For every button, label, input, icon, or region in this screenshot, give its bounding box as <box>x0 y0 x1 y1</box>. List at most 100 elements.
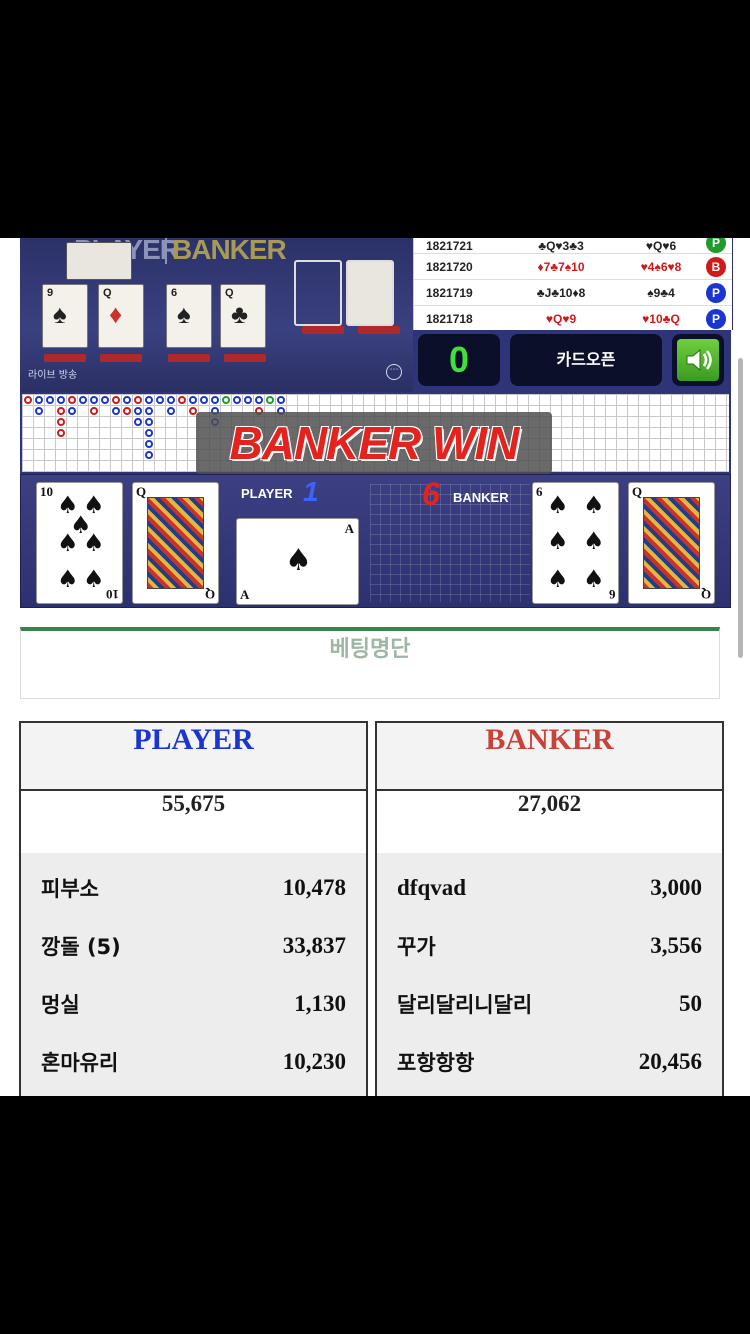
road-dot <box>145 451 153 459</box>
table-pad <box>302 326 344 334</box>
queen-face <box>643 497 700 589</box>
road-dot <box>277 396 285 404</box>
bet-row: 깡돌 (5) 33,837 <box>41 933 346 959</box>
app-screen: PLAYER BANKER 9♠ Q♦ 6♠ Q♣ 라이브 방송 ⋯ 18217… <box>0 238 750 1096</box>
bet-row: 피부소 10,478 <box>41 875 346 901</box>
table-card: 6 ♠ <box>166 284 212 348</box>
count-display: 0 <box>418 334 500 386</box>
road-dot <box>35 407 43 415</box>
road-dot <box>101 396 109 404</box>
road-dot <box>134 418 142 426</box>
table-divider <box>165 238 167 264</box>
result-badge: B <box>706 256 726 277</box>
queen-face <box>147 497 204 589</box>
shoe-card <box>66 242 132 280</box>
road-dot <box>266 396 274 404</box>
live-broadcast-label: 라이브 방송 <box>28 370 78 381</box>
deck-slot <box>294 260 342 326</box>
player-score: 1 <box>303 476 319 507</box>
road-dot <box>200 396 208 404</box>
road-dot <box>57 418 65 426</box>
road-dot <box>222 396 230 404</box>
road-dot <box>90 396 98 404</box>
road-dot <box>57 396 65 404</box>
bet-row: 혼마유리 10,230 <box>41 1049 346 1075</box>
history-row: 1821720 ♦7♣7♠10 ♥4♠6♥8 B <box>414 254 732 280</box>
scrollbar[interactable] <box>738 358 743 658</box>
banker-win-banner: BANKER WIN <box>196 412 552 474</box>
road-dot <box>46 396 54 404</box>
road-dot <box>79 396 87 404</box>
more-icon[interactable]: ⋯ <box>386 364 402 380</box>
road-dot <box>57 429 65 437</box>
banker-column-header: BANKER <box>377 723 722 791</box>
table-pad <box>168 354 210 362</box>
table-card: 9 ♠ <box>42 284 88 348</box>
banker-card-2: Q Q <box>628 482 715 604</box>
banker-result-label: BANKER <box>453 490 509 505</box>
road-dot <box>134 407 142 415</box>
road-dot <box>145 440 153 448</box>
betting-list-title: 베팅명단 <box>20 627 720 699</box>
road-dot <box>24 396 32 404</box>
card-open-button[interactable]: 카드오픈 <box>510 334 662 386</box>
table-pad <box>44 354 86 362</box>
table-pad <box>100 354 142 362</box>
result-badge: P <box>706 308 726 329</box>
road-dot <box>57 407 65 415</box>
player-bet-column: PLAYER 55,675 피부소 10,478 깡돌 (5) 33,837 멍실 1… <box>19 721 368 1096</box>
game-history-table: 1821721 ♣Q♥3♣3 ♥Q♥6 P 1821720 ♦7♣7♠10 ♥4… <box>413 238 733 332</box>
table-pad <box>224 354 266 362</box>
banker-bet-list: dfqvad 3,000 꾸가 3,556 달리달리니달리 50 포항항항 20,456 <box>377 853 722 1096</box>
table-pad <box>358 326 400 334</box>
banker-bet-column: BANKER 27,062 dfqvad 3,000 꾸가 3,556 달리달리니달… <box>375 721 724 1096</box>
banker-score: 6 <box>422 476 440 512</box>
road-dot <box>123 407 131 415</box>
speaker-icon <box>677 339 719 381</box>
table-card: Q ♦ <box>98 284 144 348</box>
table-card: Q ♣ <box>220 284 266 348</box>
player-result-label: PLAYER <box>241 486 293 501</box>
road-dot <box>134 396 142 404</box>
player-card-1: 10 ♠ ♠ ♠ ♠ ♠ ♠ ♠ 10 <box>36 482 123 604</box>
sound-toggle-button[interactable] <box>672 334 724 386</box>
road-dot <box>156 396 164 404</box>
road-dot <box>145 396 153 404</box>
history-row: 1821718 ♥Q♥9 ♥10♣Q P <box>414 306 732 332</box>
road-dot <box>123 396 131 404</box>
player-column-header: PLAYER <box>21 723 366 791</box>
bet-row: dfqvad 3,000 <box>397 875 702 900</box>
road-dot <box>244 396 252 404</box>
road-dot <box>189 396 197 404</box>
table-banker-label: BANKER <box>172 238 287 265</box>
road-dot <box>211 396 219 404</box>
bet-row: 꾸가 3,556 <box>397 933 702 959</box>
history-row: 1821721 ♣Q♥3♣3 ♥Q♥6 P <box>414 238 732 254</box>
road-dot <box>145 429 153 437</box>
player-card-3: ♠ A A <box>236 518 359 605</box>
banker-total: 27,062 <box>377 791 722 853</box>
deck-back-card <box>346 260 394 326</box>
result-badge: P <box>706 282 726 303</box>
road-dot <box>112 407 120 415</box>
road-dot <box>90 407 98 415</box>
road-dot <box>145 418 153 426</box>
control-bar: 0 카드오픈 <box>413 330 731 392</box>
banker-card-1: 6 ♠ ♠ ♠ ♠ ♠ ♠ 6 <box>532 482 619 604</box>
player-total: 55,675 <box>21 791 366 853</box>
road-dot <box>233 396 241 404</box>
road-dot <box>167 396 175 404</box>
history-row: 1821719 ♣J♣10♦8 ♠9♣4 P <box>414 280 732 306</box>
player-bet-list: 피부소 10,478 깡돌 (5) 33,837 멍실 1,130 혼마유리 10,23… <box>21 853 366 1096</box>
road-dot <box>167 407 175 415</box>
bet-row: 멍실 1,130 <box>41 991 346 1017</box>
road-dot <box>255 396 263 404</box>
road-dot <box>178 396 186 404</box>
road-dot <box>145 407 153 415</box>
road-dot <box>68 407 76 415</box>
road-dot <box>68 396 76 404</box>
live-table-view: PLAYER BANKER 9♠ Q♦ 6♠ Q♣ 라이브 방송 ⋯ <box>20 238 413 392</box>
result-badge: P <box>706 238 726 253</box>
player-card-2: Q Q <box>132 482 219 604</box>
bet-row: 달리달리니달리 50 <box>397 991 702 1017</box>
